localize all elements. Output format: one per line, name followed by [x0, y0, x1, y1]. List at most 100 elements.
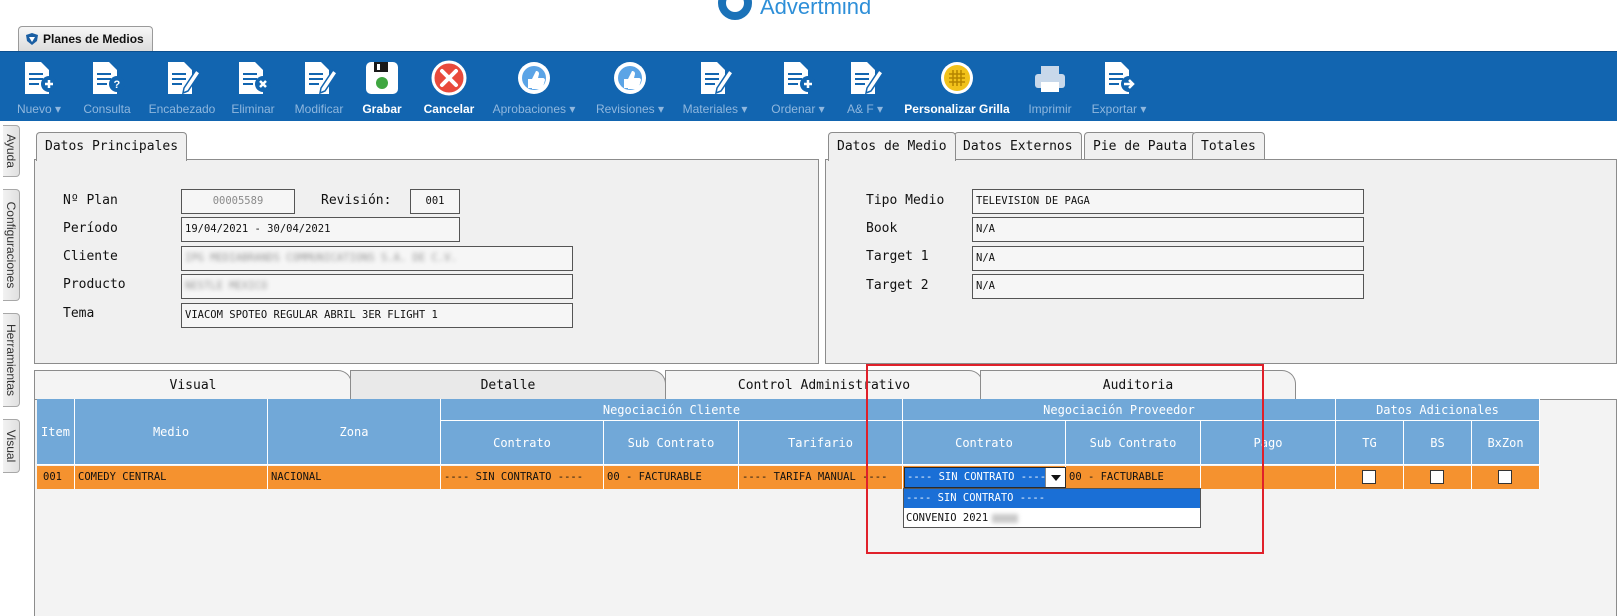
- shield-icon: [26, 33, 38, 45]
- header-cliente-contrato[interactable]: Contrato: [441, 421, 604, 465]
- side-tab-herramientas[interactable]: Herramientas: [3, 313, 20, 407]
- producto-field[interactable]: NESTLE MEXICO: [181, 274, 573, 299]
- floppy-save-icon: [362, 58, 402, 98]
- cell-item[interactable]: 001: [37, 466, 75, 489]
- toolbar-label: Revisiones ▾: [595, 102, 665, 116]
- plan-label: Nº Plan: [63, 193, 118, 208]
- header-cliente-tarifario[interactable]: Tarifario: [739, 421, 903, 465]
- toolbar-nuevo-button[interactable]: Nuevo ▾: [10, 56, 68, 118]
- bxzon-checkbox[interactable]: [1498, 470, 1512, 484]
- doc-edit-icon: [845, 58, 885, 98]
- toolbar-label: Personalizar Grilla: [904, 102, 1010, 116]
- tab-visual[interactable]: Visual: [34, 370, 352, 400]
- toolbar-label: A& F ▾: [846, 102, 884, 116]
- tab-totales[interactable]: Totales: [1192, 132, 1265, 160]
- proveedor-contrato-select[interactable]: ---- SIN CONTRATO ----: [904, 467, 1066, 488]
- header-proveedor-pago[interactable]: Pago: [1201, 421, 1336, 465]
- header-bs[interactable]: BS: [1404, 421, 1472, 465]
- tab-auditoria[interactable]: Auditoria: [980, 370, 1296, 400]
- cell-medio[interactable]: COMEDY CENTRAL: [75, 466, 268, 489]
- toolbar-imprimir-button[interactable]: Imprimir: [1025, 56, 1075, 118]
- thumbs-up-icon: [514, 58, 554, 98]
- target1-field[interactable]: N/A: [972, 246, 1364, 271]
- toolbar-revisiones-button[interactable]: Revisiones ▾: [590, 56, 670, 118]
- side-tab-visual[interactable]: Visual: [3, 419, 20, 473]
- toolbar-modificar-button[interactable]: Modificar: [287, 56, 351, 118]
- header-bxzon[interactable]: BxZon: [1472, 421, 1540, 465]
- toolbar-personalizar-grilla-button[interactable]: Personalizar Grilla: [899, 56, 1015, 118]
- toolbar-cancelar-button[interactable]: Cancelar: [420, 56, 478, 118]
- toolbar-ordenar-button[interactable]: Ordenar ▾: [763, 56, 833, 118]
- cell-cliente-contrato[interactable]: ---- SIN CONTRATO ----: [441, 466, 604, 489]
- tab-datos-principales[interactable]: Datos Principales: [36, 132, 188, 161]
- tg-checkbox[interactable]: [1362, 470, 1376, 484]
- cliente-label: Cliente: [63, 249, 118, 264]
- toolbar-materiales-button[interactable]: Materiales ▾: [675, 56, 755, 118]
- bs-checkbox[interactable]: [1430, 470, 1444, 484]
- cell-cliente-sub-contrato[interactable]: 00 - FACTURABLE: [604, 466, 739, 489]
- toolbar-label: Aprobaciones ▾: [492, 102, 576, 116]
- toolbar-label: Eliminar: [231, 102, 275, 116]
- toolbar-a-f-button[interactable]: A& F ▾: [843, 56, 887, 118]
- revision-field[interactable]: 001: [410, 189, 460, 214]
- doc-query-icon: ?: [87, 58, 127, 98]
- logo-strip: Advertmind: [0, 0, 1617, 24]
- tab-pie-de-pauta[interactable]: Pie de Pauta: [1084, 132, 1196, 160]
- cliente-field[interactable]: IPG MEDIABRANDS COMMUNICATIONS S.A. DE C…: [181, 246, 573, 271]
- book-field[interactable]: N/A: [972, 217, 1364, 242]
- header-proveedor-contrato[interactable]: Contrato: [903, 421, 1066, 465]
- header-medio[interactable]: Medio: [75, 399, 268, 465]
- producto-label: Producto: [63, 277, 126, 292]
- header-item[interactable]: Item: [37, 399, 75, 465]
- main-area: Datos Principales Nº Plan 00005589 Revis…: [22, 121, 1617, 616]
- header-zona[interactable]: Zona: [268, 399, 441, 465]
- toolbar-label: Cancelar: [423, 102, 475, 116]
- chevron-down-icon[interactable]: [1045, 468, 1065, 487]
- header-cliente-sub-contrato[interactable]: Sub Contrato: [604, 421, 739, 465]
- header-group-datos-adicionales: Datos Adicionales: [1336, 399, 1540, 421]
- toolbar-consulta-button[interactable]: ? Consulta: [76, 56, 138, 118]
- module-tabbar: Planes de Medios: [0, 24, 1617, 51]
- brand-logo-icon: [718, 0, 752, 20]
- toolbar-encabezado-button[interactable]: Encabezado: [140, 56, 224, 118]
- tab-control-administrativo[interactable]: Control Administrativo: [665, 370, 983, 400]
- tipo-medio-label: Tipo Medio: [866, 193, 945, 208]
- toolbar-eliminar-button[interactable]: Eliminar: [226, 56, 280, 118]
- toolbar-label: Imprimir: [1028, 102, 1072, 116]
- toolbar-label: Ordenar ▾: [771, 102, 825, 116]
- cell-proveedor-pago[interactable]: [1201, 466, 1336, 489]
- target2-field[interactable]: N/A: [972, 274, 1364, 299]
- toolbar-label: Grabar: [362, 102, 402, 116]
- periodo-field[interactable]: 19/04/2021 - 30/04/2021: [181, 217, 460, 242]
- tema-label: Tema: [63, 306, 95, 321]
- doc-export-icon: [1099, 58, 1139, 98]
- cell-proveedor-sub-contrato[interactable]: 00 - FACTURABLE: [1066, 466, 1201, 489]
- toolbar-grabar-button[interactable]: Grabar: [358, 56, 406, 118]
- datos-principales-panel: Nº Plan 00005589 Revisión: 001 Período 1…: [34, 159, 819, 364]
- tema-field[interactable]: VIACOM SPOTEO REGULAR ABRIL 3ER FLIGHT 1: [181, 303, 573, 328]
- cell-cliente-tarifario[interactable]: ---- TARIFA MANUAL ----: [739, 466, 903, 489]
- toolbar-label: Nuevo ▾: [16, 102, 62, 116]
- target2-label: Target 2: [866, 278, 929, 293]
- header-proveedor-sub-contrato[interactable]: Sub Contrato: [1066, 421, 1201, 465]
- contrato-dropdown-list: ---- SIN CONTRATO ---- CONVENIO 2021: [903, 488, 1201, 528]
- tab-detalle[interactable]: Detalle: [350, 370, 666, 400]
- svg-text:?: ?: [114, 79, 121, 91]
- book-label: Book: [866, 221, 898, 236]
- tab-datos-externos[interactable]: Datos Externos: [954, 132, 1082, 160]
- toolbar-exportar-button[interactable]: Exportar ▾: [1084, 56, 1154, 118]
- brand-logo-text: Advertmind: [760, 0, 872, 19]
- dropdown-option-sin-contrato[interactable]: ---- SIN CONTRATO ----: [904, 489, 1200, 508]
- dropdown-option-convenio-2021[interactable]: CONVENIO 2021: [904, 509, 1200, 528]
- plan-field[interactable]: 00005589: [181, 189, 295, 214]
- header-tg[interactable]: TG: [1336, 421, 1404, 465]
- toolbar-aprobaciones-button[interactable]: Aprobaciones ▾: [486, 56, 582, 118]
- module-tab-planes-de-medios[interactable]: Planes de Medios: [18, 26, 153, 51]
- header-group-negociacion-proveedor: Negociación Proveedor: [903, 399, 1336, 421]
- doc-add-icon: [778, 58, 818, 98]
- side-tab-configuraciones[interactable]: Configuraciones: [3, 189, 20, 301]
- cell-zona[interactable]: NACIONAL: [268, 466, 441, 489]
- tab-datos-de-medio[interactable]: Datos de Medio: [828, 132, 956, 161]
- side-tab-ayuda[interactable]: Ayuda: [3, 125, 20, 177]
- tipo-medio-field[interactable]: TELEVISION DE PAGA: [972, 189, 1364, 214]
